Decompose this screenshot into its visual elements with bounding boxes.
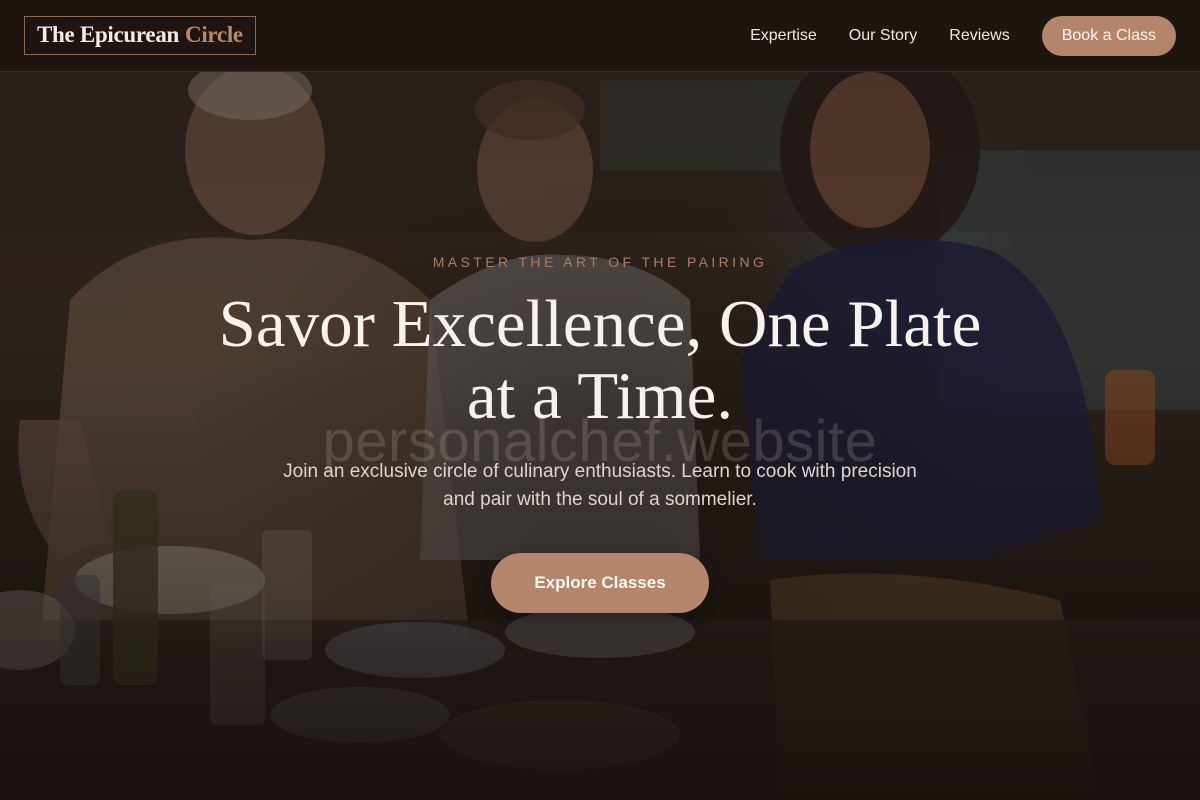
explore-classes-button[interactable]: Explore Classes	[491, 553, 709, 613]
hero-subtitle: Join an exclusive circle of culinary ent…	[283, 461, 917, 510]
hero-headline-line-1: Savor Excellence, One Plate	[218, 287, 982, 361]
hero-section: MASTER THE ART OF THE PAIRING Savor Exce…	[0, 0, 1200, 800]
hero-eyebrow: MASTER THE ART OF THE PAIRING	[432, 254, 768, 270]
